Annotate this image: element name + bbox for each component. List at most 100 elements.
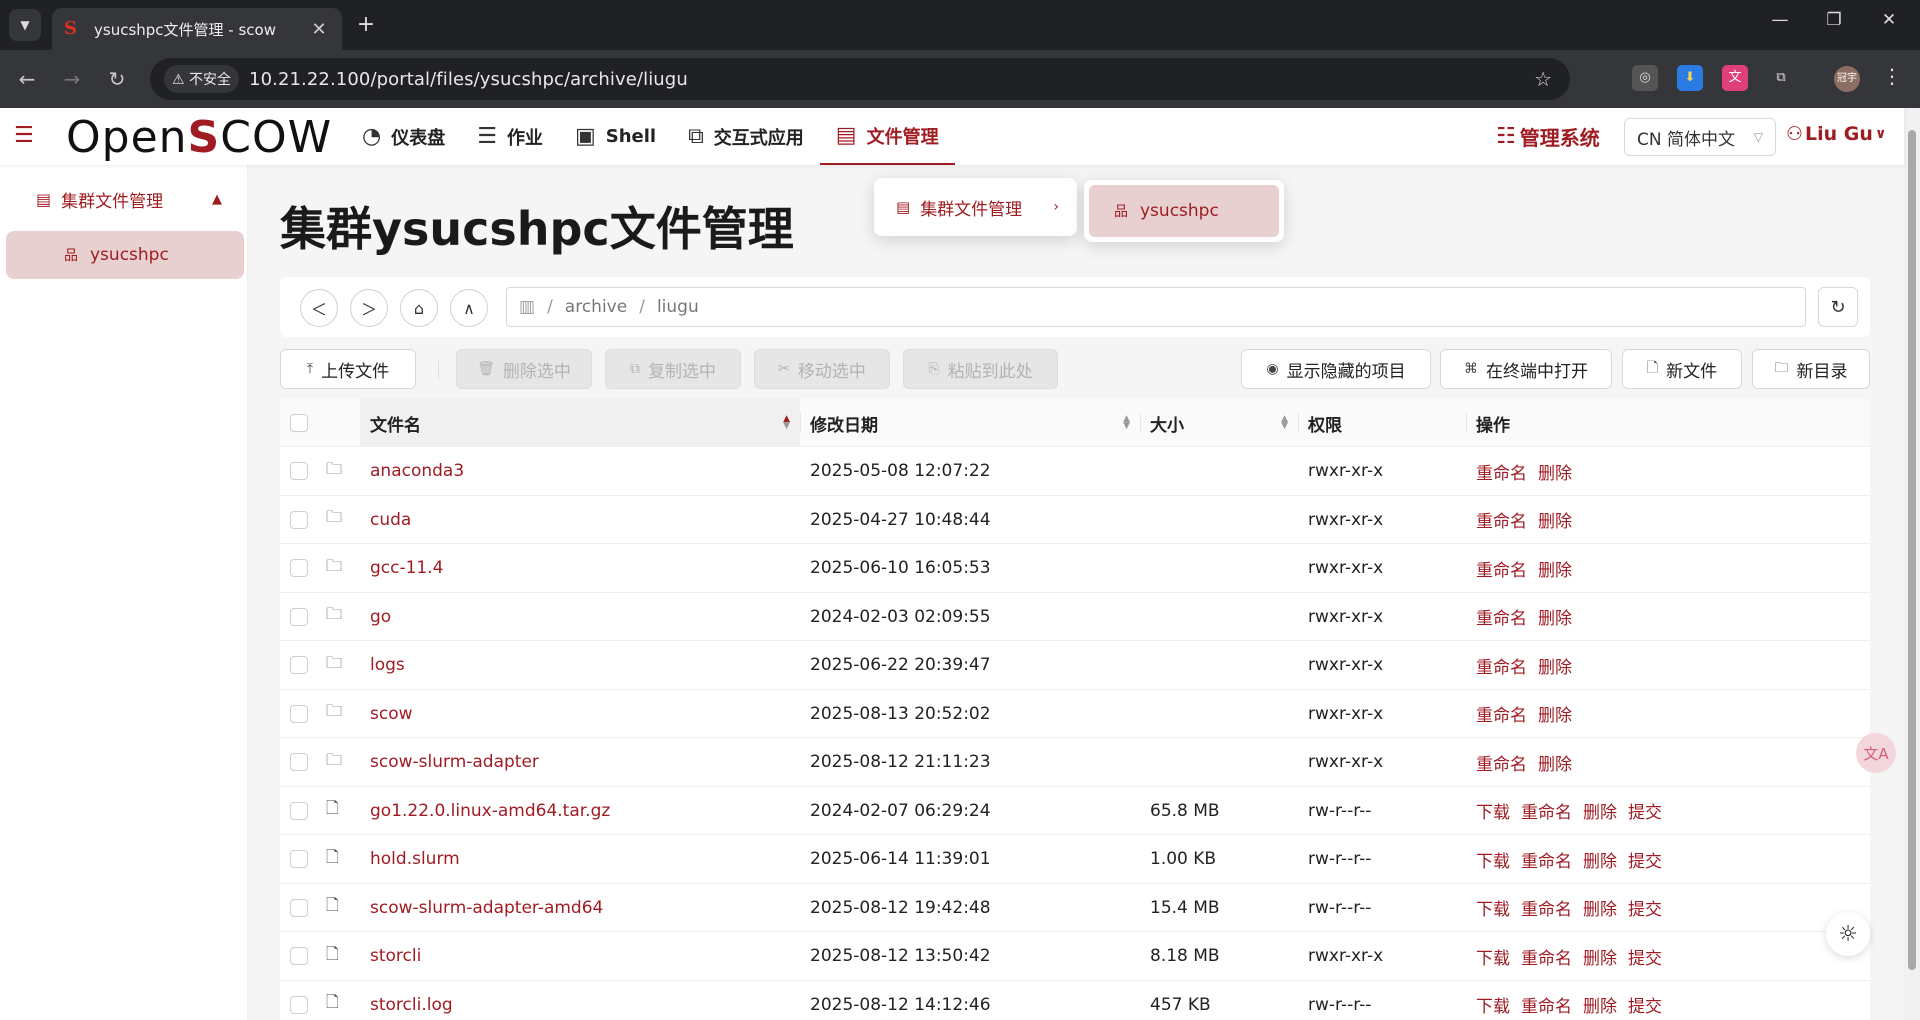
row-checkbox[interactable] <box>290 656 308 674</box>
file-name-link[interactable]: storcli.log <box>370 981 453 1020</box>
back-button[interactable]: ＜ <box>300 289 338 327</box>
user-menu[interactable]: ⚇ Liu Gu ∨ <box>1786 123 1886 145</box>
insecure-badge[interactable]: ⚠ 不安全 <box>164 65 240 93</box>
upload-button[interactable]: ⤒ 上传文件 <box>280 349 416 389</box>
delete-action[interactable]: 删除 <box>1538 653 1572 678</box>
language-select[interactable]: CN 简体中文 ▽ <box>1624 118 1776 156</box>
download-action[interactable]: 下载 <box>1476 798 1510 823</box>
row-checkbox[interactable] <box>290 704 308 723</box>
extension-reader-icon[interactable]: ◎ <box>1632 65 1658 91</box>
nav-dashboard[interactable]: ◔ 仪表盘 <box>346 108 461 165</box>
row-checkbox[interactable] <box>290 947 308 965</box>
rename-action[interactable]: 重命名 <box>1521 895 1572 920</box>
file-name-link[interactable]: hold.slurm <box>370 835 460 883</box>
delete-selected-button[interactable]: 🗑 删除选中 <box>456 349 592 389</box>
rename-action[interactable]: 重命名 <box>1476 701 1527 726</box>
window-close-icon[interactable]: ✕ <box>1874 10 1904 30</box>
submit-action[interactable]: 提交 <box>1628 895 1662 920</box>
rename-action[interactable]: 重命名 <box>1476 459 1527 484</box>
dropdown-item-ysucshpc[interactable]: 品 ysucshpc <box>1089 185 1279 237</box>
row-checkbox[interactable] <box>290 850 308 868</box>
column-mtime[interactable]: 修改日期 ▲ ▼ <box>800 399 1140 447</box>
bookmark-star-icon[interactable]: ☆ <box>1534 67 1552 91</box>
delete-action[interactable]: 删除 <box>1538 507 1572 532</box>
home-button[interactable]: ⌂ <box>400 289 438 327</box>
nav-interactive-apps[interactable]: ⧉ 交互式应用 <box>672 108 820 165</box>
rename-action[interactable]: 重命名 <box>1476 750 1527 775</box>
rename-action[interactable]: 重命名 <box>1521 847 1572 872</box>
file-name-link[interactable]: scow <box>370 690 413 738</box>
table-row[interactable]: 🗋 hold.slurm 2025-06-14 11:39:01 1.00 KB rw-… <box>280 835 1870 884</box>
extension-translate-icon[interactable]: 文 <box>1722 65 1748 91</box>
submit-action[interactable]: 提交 <box>1628 992 1662 1017</box>
rename-action[interactable]: 重命名 <box>1521 798 1572 823</box>
rename-action[interactable]: 重命名 <box>1521 944 1572 969</box>
file-name-link[interactable]: scow-slurm-adapter-amd64 <box>370 884 603 932</box>
dropdown-group-cluster-files[interactable]: ▤ 集群文件管理 › <box>874 178 1077 236</box>
rename-action[interactable]: 重命名 <box>1521 992 1572 1017</box>
restore-icon[interactable]: ❐ <box>1819 10 1849 30</box>
download-action[interactable]: 下载 <box>1476 895 1510 920</box>
back-icon[interactable]: ← <box>12 64 42 94</box>
path-segment[interactable]: liugu <box>657 297 699 317</box>
delete-action[interactable]: 删除 <box>1538 701 1572 726</box>
nav-shell[interactable]: ▣ Shell <box>559 108 672 165</box>
submit-action[interactable]: 提交 <box>1628 847 1662 872</box>
nav-jobs[interactable]: ☰ 作业 <box>461 108 559 165</box>
paste-here-button[interactable]: ⎘ 粘贴到此处 <box>903 349 1058 389</box>
new-file-button[interactable]: 🗋 新文件 <box>1622 349 1742 389</box>
table-row[interactable]: 🗀 go 2024-02-03 02:09:55 rwxr-xr-x 重命名 删除 <box>280 593 1870 641</box>
file-name-link[interactable]: scow-slurm-adapter <box>370 738 539 786</box>
delete-action[interactable]: 删除 <box>1583 944 1617 969</box>
admin-system-link[interactable]: ☷ 管理系统 <box>1496 122 1600 151</box>
row-checkbox[interactable] <box>290 510 308 529</box>
delete-action[interactable]: 删除 <box>1538 459 1572 484</box>
tab-search-button[interactable]: ▼ <box>9 9 41 41</box>
file-name-link[interactable]: anaconda3 <box>370 447 464 495</box>
table-row[interactable]: 🗀 scow 2025-08-13 20:52:02 rwxr-xr-x 重命名 删除 <box>280 690 1870 738</box>
delete-action[interactable]: 删除 <box>1583 847 1617 872</box>
file-name-link[interactable]: go1.22.0.linux-amd64.tar.gz <box>370 787 610 835</box>
theme-toggle-icon[interactable]: ☼ <box>1826 912 1870 956</box>
table-row[interactable]: 🗀 logs 2025-06-22 20:39:47 rwxr-xr-x 重命名 删除 <box>280 641 1870 690</box>
open-in-terminal-button[interactable]: ⌘ 在终端中打开 <box>1440 349 1612 389</box>
submit-action[interactable]: 提交 <box>1628 944 1662 969</box>
table-row[interactable]: 🗀 scow-slurm-adapter 2025-08-12 21:11:23 rw… <box>280 738 1870 787</box>
column-size[interactable]: 大小 ▲ ▼ <box>1140 399 1298 447</box>
file-name-link[interactable]: gcc-11.4 <box>370 544 443 592</box>
browser-menu-icon[interactable]: ⋮ <box>1882 64 1902 88</box>
path-input[interactable]: ▥ / archive / liugu <box>506 287 1806 327</box>
delete-action[interactable]: 删除 <box>1538 604 1572 629</box>
rename-action[interactable]: 重命名 <box>1476 653 1527 678</box>
move-selected-button[interactable]: ✂ 移动选中 <box>754 349 890 389</box>
sidebar-group-cluster-files[interactable]: ▤ 集群文件管理 ▲ <box>0 181 248 217</box>
table-row[interactable]: 🗋 go1.22.0.linux-amd64.tar.gz 2024-02-07 0… <box>280 787 1870 835</box>
minimize-icon[interactable]: — <box>1765 10 1795 30</box>
rename-action[interactable]: 重命名 <box>1476 556 1527 581</box>
row-checkbox[interactable] <box>290 801 308 820</box>
delete-action[interactable]: 删除 <box>1538 556 1572 581</box>
row-checkbox[interactable] <box>290 462 308 480</box>
openscow-logo[interactable]: OpenSCOW <box>66 112 332 163</box>
table-row[interactable]: 🗀 cuda 2025-04-27 10:48:44 rwxr-xr-x 重命名 删除 <box>280 496 1870 544</box>
table-row[interactable]: 🗀 gcc-11.4 2025-06-10 16:05:53 rwxr-xr-x 重命名… <box>280 544 1870 593</box>
delete-action[interactable]: 删除 <box>1583 895 1617 920</box>
rename-action[interactable]: 重命名 <box>1476 507 1527 532</box>
file-name-link[interactable]: go <box>370 593 391 641</box>
download-action[interactable]: 下载 <box>1476 992 1510 1017</box>
nav-file-management[interactable]: ▤ 文件管理 <box>819 108 955 165</box>
menu-toggle-icon[interactable]: ☰ <box>14 124 38 148</box>
row-checkbox[interactable] <box>290 753 308 771</box>
row-checkbox[interactable] <box>290 607 308 626</box>
file-name-link[interactable]: logs <box>370 641 405 689</box>
column-name[interactable]: 文件名 ▲ ▼ <box>360 399 800 447</box>
table-row[interactable]: 🗀 anaconda3 2025-05-08 12:07:22 rwxr-xr-x 重命… <box>280 447 1870 496</box>
row-checkbox[interactable] <box>290 559 308 577</box>
forward-button[interactable]: ＞ <box>350 289 388 327</box>
copy-selected-button[interactable]: ⧉ 复制选中 <box>605 349 741 389</box>
refresh-button[interactable]: ↻ <box>1818 287 1858 327</box>
new-directory-button[interactable]: 🗀 新目录 <box>1752 349 1870 389</box>
up-directory-button[interactable]: ∧ <box>450 289 488 327</box>
table-row[interactable]: 🗋 scow-slurm-adapter-amd64 2025-08-12 19:4… <box>280 884 1870 932</box>
submit-action[interactable]: 提交 <box>1628 798 1662 823</box>
